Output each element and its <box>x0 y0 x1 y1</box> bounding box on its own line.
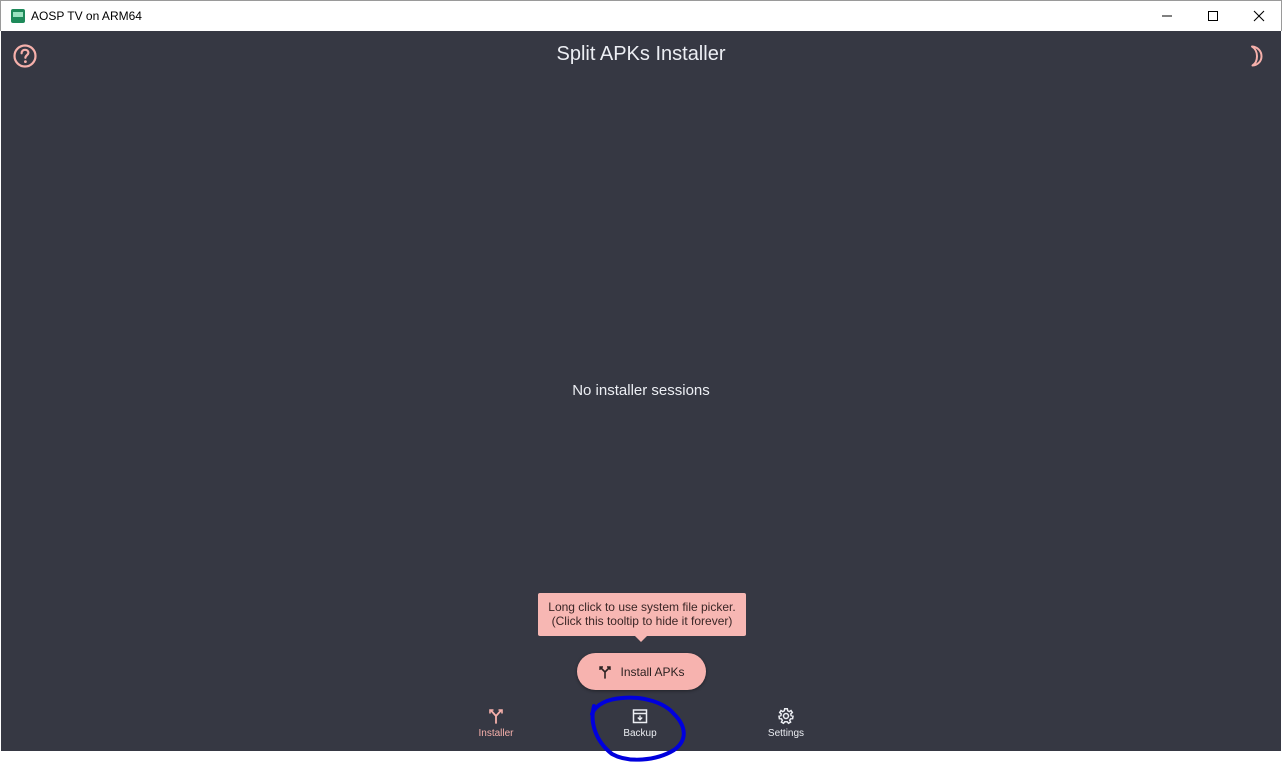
nav-backup-label: Backup <box>623 728 657 739</box>
maximize-icon <box>1208 11 1218 21</box>
install-apks-button[interactable]: Install APKs <box>577 653 706 690</box>
tooltip-line-2: (Click this tooltip to hide it forever) <box>551 614 733 628</box>
file-picker-tooltip[interactable]: Long click to use system file picker. (C… <box>538 593 746 642</box>
window-titlebar: AOSP TV on ARM64 <box>0 0 1282 31</box>
app-screen: Split APKs Installer No installer sessio… <box>1 31 1281 751</box>
maximize-button[interactable] <box>1190 1 1236 31</box>
empty-state-message: No installer sessions <box>572 382 710 399</box>
nav-item-settings[interactable]: Settings <box>741 707 831 747</box>
gear-icon <box>778 708 794 725</box>
nav-item-backup[interactable]: Backup <box>595 707 685 747</box>
app-title: Split APKs Installer <box>556 43 726 65</box>
split-arrow-icon <box>599 665 612 679</box>
nav-settings-label: Settings <box>767 728 805 739</box>
split-arrow-icon <box>489 709 503 724</box>
nav-installer-label: Installer <box>478 728 514 739</box>
app-icon <box>11 9 25 23</box>
close-icon <box>1253 10 1265 22</box>
minimize-icon <box>1162 15 1172 17</box>
bottom-navigation: Installer Backup Settings <box>1 701 1281 751</box>
tooltip-line-1: Long click to use system file picker. <box>548 600 736 614</box>
window-title: AOSP TV on ARM64 <box>31 9 142 23</box>
close-button[interactable] <box>1236 1 1282 31</box>
archive-icon <box>632 709 648 724</box>
moon-icon[interactable] <box>1243 43 1269 69</box>
minimize-button[interactable] <box>1144 1 1190 31</box>
install-apks-label: Install APKs <box>620 664 685 679</box>
nav-item-installer[interactable]: Installer <box>451 707 541 747</box>
